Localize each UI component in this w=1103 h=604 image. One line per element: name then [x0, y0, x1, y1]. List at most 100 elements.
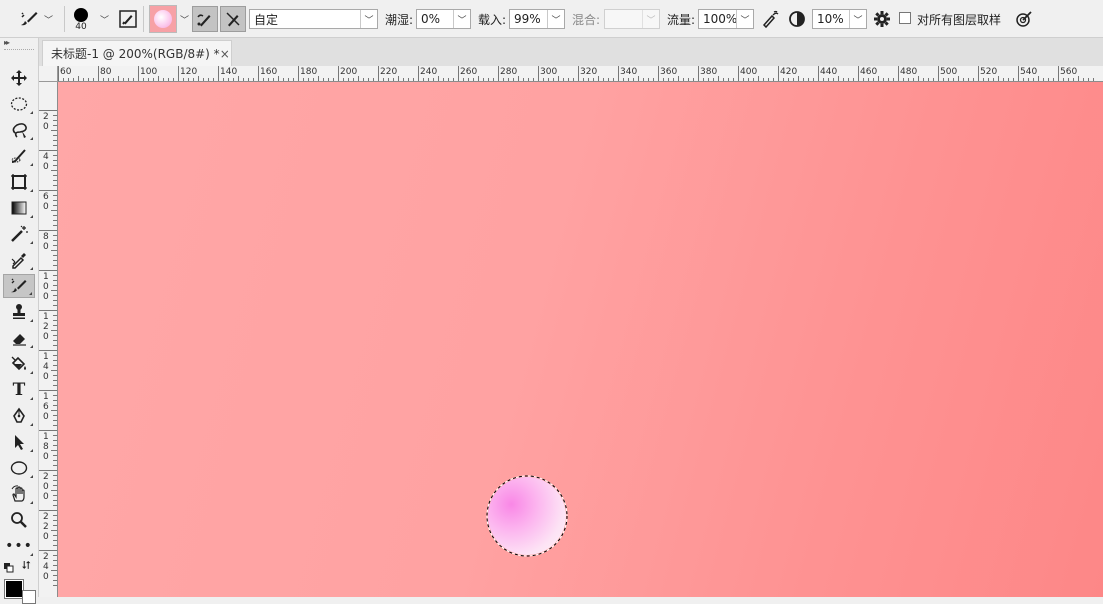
ruler-minor-tick — [448, 78, 449, 81]
ruler-minor-tick — [133, 78, 134, 81]
ruler-minor-tick — [53, 445, 57, 446]
smoothing-input[interactable]: 10% ﹀ — [812, 9, 867, 29]
airbrush-button[interactable] — [757, 6, 783, 32]
ruler-label: 140 — [220, 67, 238, 77]
ruler-minor-tick — [51, 490, 57, 491]
foreground-color-swatch[interactable] — [4, 579, 24, 599]
ruler-origin[interactable] — [39, 66, 58, 82]
ruler-minor-tick — [113, 78, 114, 81]
ruler-minor-tick — [53, 520, 57, 521]
brush-panel-toggle-button[interactable] — [115, 6, 141, 32]
ruler-minor-tick — [53, 585, 57, 586]
swap-colors-icon[interactable]: ⮃ — [22, 559, 31, 573]
elliptical-marquee-tool[interactable] — [3, 92, 35, 116]
pressure-size-button[interactable] — [1011, 6, 1037, 32]
quick-selection-tool[interactable] — [3, 144, 35, 168]
ruler-minor-tick — [143, 78, 144, 81]
crop-tool[interactable] — [3, 170, 35, 194]
ruler-label: 240 — [420, 67, 438, 77]
ruler-tick — [578, 66, 579, 81]
vertical-ruler[interactable]: 20 40 60 80 100 120 140 160 180 200 220 240 — [39, 82, 58, 597]
load-brush-button[interactable] — [192, 6, 218, 32]
paint-bucket-tool[interactable] — [3, 352, 35, 376]
ruler-minor-tick — [53, 420, 57, 421]
default-colors-icon[interactable] — [4, 563, 14, 573]
ruler-minor-tick — [53, 555, 57, 556]
eraser-tool[interactable] — [3, 326, 35, 350]
ruler-label: 220 — [380, 67, 398, 77]
document-canvas[interactable] — [58, 82, 1103, 597]
smoothing-options-button[interactable] — [869, 6, 895, 32]
gradient-tool[interactable] — [3, 196, 35, 220]
chevron-down-icon[interactable]: ﹀ — [180, 0, 189, 38]
ruler-tick — [39, 430, 57, 431]
close-icon[interactable]: × — [220, 47, 230, 61]
pen-tool[interactable] — [3, 404, 35, 428]
ruler-minor-tick — [343, 78, 344, 81]
panel-grip[interactable] — [4, 49, 34, 52]
ruler-minor-tick — [53, 320, 57, 321]
mixer-brush-tool[interactable] — [3, 274, 35, 298]
ruler-minor-tick — [873, 78, 874, 81]
move-tool[interactable] — [3, 66, 35, 90]
ruler-tick — [39, 510, 57, 511]
hand-tool[interactable] — [3, 482, 35, 506]
ruler-label: 140 — [43, 352, 49, 382]
ruler-minor-tick — [53, 355, 57, 356]
chevron-down-icon: ﹀ — [849, 10, 866, 28]
path-selection-tool[interactable] — [3, 430, 35, 454]
ruler-minor-tick — [533, 78, 534, 81]
ruler-minor-tick — [51, 130, 57, 131]
ruler-minor-tick — [53, 540, 57, 541]
zoom-tool[interactable] — [3, 508, 35, 532]
horizontal-ruler[interactable]: 60 80 100 120 140 160 180 200 220 240 260 280 300 320… — [58, 66, 1103, 82]
background-color-swatch[interactable] — [22, 590, 36, 604]
wet-input[interactable]: 0% ﹀ — [416, 9, 471, 29]
ruler-minor-tick — [883, 78, 884, 81]
ellipse-tool[interactable] — [3, 456, 35, 480]
ruler-minor-tick — [638, 76, 639, 81]
tool-preset-picker[interactable]: ﹀ — [18, 0, 53, 38]
ruler-minor-tick — [53, 220, 57, 221]
ruler-minor-tick — [363, 78, 364, 81]
ruler-minor-tick — [988, 78, 989, 81]
ruler-minor-tick — [53, 325, 57, 326]
ruler-minor-tick — [353, 78, 354, 81]
type-tool[interactable]: T — [3, 378, 35, 402]
clean-brush-button[interactable] — [220, 6, 246, 32]
collapse-panel-icon[interactable]: ▸▸ — [4, 38, 10, 47]
ruler-minor-tick — [238, 76, 239, 81]
load-input[interactable]: 99% ﹀ — [509, 9, 565, 29]
ruler-minor-tick — [913, 78, 914, 81]
ruler-minor-tick — [753, 78, 754, 81]
mixer-preset-select[interactable]: 自定 ﹀ — [249, 9, 378, 29]
ruler-minor-tick — [543, 78, 544, 81]
ruler-minor-tick — [51, 410, 57, 411]
ruler-minor-tick — [223, 78, 224, 81]
clone-stamp-tool[interactable] — [3, 300, 35, 324]
ruler-minor-tick — [1073, 78, 1074, 81]
ruler-minor-tick — [53, 200, 57, 201]
brush-panel-toggle-icon — [119, 10, 137, 28]
ruler-minor-tick — [308, 78, 309, 81]
ruler-minor-tick — [943, 78, 944, 81]
lasso-tool[interactable] — [3, 118, 35, 142]
ruler-tick — [1058, 66, 1059, 81]
ruler-minor-tick — [683, 78, 684, 81]
ruler-minor-tick — [373, 78, 374, 81]
ruler-minor-tick — [853, 78, 854, 81]
magic-wand-tool[interactable] — [3, 222, 35, 246]
brush-preset-picker[interactable]: 40 — [74, 0, 88, 38]
flow-input[interactable]: 100% ﹀ — [698, 9, 754, 29]
ruler-minor-tick — [268, 78, 269, 81]
ruler-minor-tick — [823, 78, 824, 81]
chevron-down-icon[interactable]: ﹀ — [100, 0, 109, 38]
more-tools-button[interactable]: ••• — [3, 534, 35, 558]
brush-angle-button[interactable] — [784, 6, 810, 32]
document-tab[interactable]: 未标题-1 @ 200%(RGB/8#) * × — [42, 40, 232, 66]
ruler-minor-tick — [78, 76, 79, 81]
eyedropper-tool[interactable] — [3, 248, 35, 272]
sample-all-layers-checkbox[interactable] — [899, 12, 911, 24]
ruler-minor-tick — [53, 400, 57, 401]
current-color-swatch[interactable] — [149, 5, 177, 33]
